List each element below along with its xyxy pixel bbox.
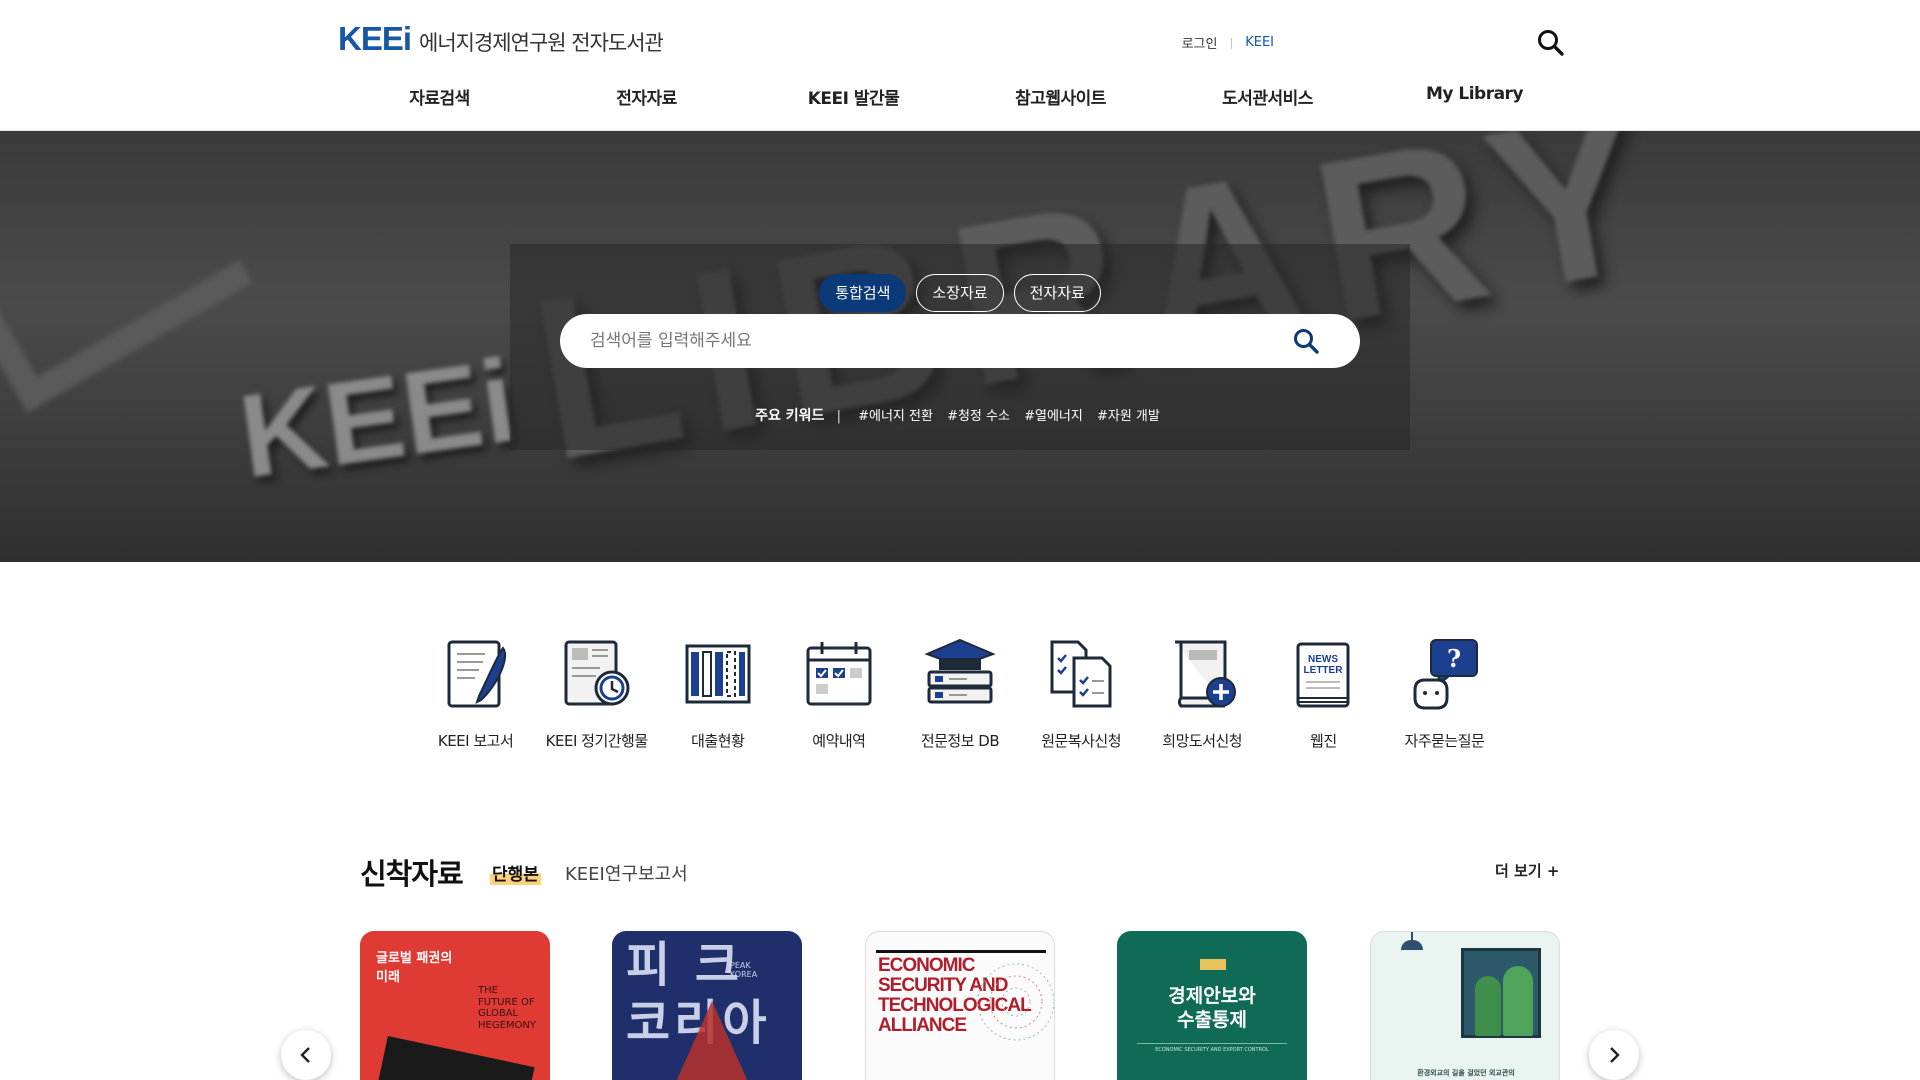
carousel-prev-button[interactable]	[281, 1030, 331, 1080]
book-cover-art	[672, 1001, 752, 1080]
quick-label: 예약내역	[812, 732, 866, 750]
keyword-link[interactable]: #청정 수소	[947, 409, 1010, 424]
chevron-left-icon	[300, 1047, 310, 1063]
more-button[interactable]: 더 보기 +	[1495, 860, 1559, 881]
periodical-clock-icon	[564, 640, 630, 706]
quick-item-copy-request[interactable]: 원문복사신청	[1021, 636, 1142, 751]
quick-label: 웹진	[1310, 732, 1337, 750]
search-tabs: 통합검색 소장자료 전자자료	[510, 274, 1410, 312]
book-cover[interactable]: 글로벌 패권의 미래 THE FUTURE OF GLOBAL HEGEMONY	[360, 931, 550, 1080]
site-header: KEEi 에너지경제연구원 전자도서관 로그인 | KEEI 자료검색 전자자료…	[0, 0, 1920, 131]
quick-label: 원문복사신청	[1041, 732, 1121, 750]
quick-item-webzine[interactable]: NEWS LETTER 웹진	[1263, 636, 1384, 751]
new-arrivals-title: 신착자료	[360, 857, 464, 891]
quick-item-book-request[interactable]: 희망도서신청	[1142, 636, 1263, 751]
quick-label: 자주묻는질문	[1404, 732, 1485, 750]
bookshelf-icon	[685, 644, 751, 704]
keyword-link[interactable]: #자원 개발	[1097, 409, 1160, 424]
quick-item-loan-status[interactable]: 대출현황	[657, 636, 778, 751]
report-pen-icon	[447, 640, 506, 708]
quick-menu: KEEI 보고서 KEEI 정기간행물 대출현황 예약내역 전문정보 DB 원문…	[415, 636, 1505, 751]
popular-keywords: 주요 키워드 | #에너지 전환 #청정 수소 #열에너지 #자원 개발	[510, 405, 1410, 425]
search-box	[560, 314, 1360, 368]
calendar-icon	[806, 642, 872, 706]
faq-icon: ?	[1413, 639, 1479, 710]
quick-label: 전문정보 DB	[920, 732, 1000, 750]
book-carousel: 글로벌 패권의 미래 THE FUTURE OF GLOBAL HEGEMONY…	[360, 931, 1560, 1080]
tab-e-resources[interactable]: 전자자료	[1013, 274, 1101, 312]
nav-item-keei-publications[interactable]: KEEI 발간물	[750, 84, 957, 116]
quick-item-reservations[interactable]: 예약내역	[778, 636, 899, 751]
utility-menu: 로그인 | KEEI	[1182, 33, 1274, 52]
quick-item-keei-report[interactable]: KEEI 보고서	[415, 636, 536, 751]
nav-item-library-services[interactable]: 도서관서비스	[1164, 84, 1371, 116]
search-input[interactable]	[590, 314, 1270, 368]
book-cover-art	[375, 1036, 535, 1080]
search-panel: 통합검색 소장자료 전자자료 주요 키워드 | #에너지 전환 #청정 수소 #…	[510, 244, 1410, 450]
graduation-db-icon	[924, 638, 996, 704]
quick-item-expert-db[interactable]: 전문정보 DB	[899, 636, 1020, 751]
quick-item-periodicals[interactable]: KEEI 정기간행물	[536, 636, 657, 751]
search-submit-icon[interactable]	[1292, 327, 1320, 355]
quick-item-faq[interactable]: ? 자주묻는질문	[1384, 636, 1505, 751]
nav-item-search[interactable]: 자료검색	[336, 84, 543, 116]
svg-text:LETTER: LETTER	[1304, 665, 1344, 676]
quick-label: 대출현황	[691, 732, 745, 750]
book-cover[interactable]: 피 크 코리아 PEAK KOREA	[612, 931, 802, 1080]
nav-item-e-resources[interactable]: 전자자료	[543, 84, 750, 116]
book-subtitle: THE FUTURE OF GLOBAL HEGEMONY	[478, 985, 536, 1031]
login-link[interactable]: 로그인	[1182, 33, 1218, 52]
tab-integrated-search[interactable]: 통합검색	[819, 274, 907, 312]
keei-link[interactable]: KEEI	[1245, 35, 1274, 50]
svg-text:?: ?	[1447, 644, 1461, 673]
carousel-next-button[interactable]	[1589, 1030, 1639, 1080]
book-subtitle: PEAK KOREA	[730, 961, 758, 979]
book-title: 경제안보와 수출통제	[1168, 985, 1256, 1031]
util-separator: |	[1229, 36, 1234, 49]
hero-decoration	[0, 131, 253, 413]
keywords-title: 주요 키워드	[755, 408, 825, 424]
book-title: 글로벌 패권의 미래	[376, 951, 453, 985]
book-cover-rule	[1137, 1043, 1287, 1044]
book-cover[interactable]: 경제안보와 수출통제 ECONOMIC SECURITY AND EXPORT …	[1117, 931, 1307, 1080]
newsletter-icon: NEWS LETTER	[1296, 642, 1350, 708]
book-cover-art	[977, 963, 1054, 1041]
document-copy-icon	[1050, 640, 1112, 708]
book-cover-tree	[1475, 976, 1501, 1036]
main-navigation: 자료검색 전자자료 KEEI 발간물 참고웹사이트 도서관서비스 My Libr…	[336, 84, 1586, 116]
quick-label: KEEI 보고서	[437, 732, 514, 750]
logo-mark: KEEi	[338, 20, 412, 57]
book-subtitle: ECONOMIC SECURITY AND EXPORT CONTROL	[1155, 1047, 1269, 1053]
svg-text:NEWS: NEWS	[1308, 654, 1338, 665]
book-cover-tree	[1503, 966, 1533, 1036]
hero-banner: LIBRARY KEEi 통합검색 소장자료 전자자료 주요 키워드 | #에너…	[0, 131, 1920, 562]
chevron-right-icon	[1610, 1047, 1620, 1063]
keywords-separator: |	[836, 409, 841, 424]
book-cover-badge	[1200, 959, 1226, 970]
book-add-icon	[1175, 640, 1237, 708]
keyword-link[interactable]: #에너지 전환	[858, 409, 933, 424]
logo-text: 에너지경제연구원 전자도서관	[419, 31, 664, 55]
search-icon[interactable]	[1536, 28, 1566, 58]
book-cover[interactable]: 환경외교의 길을 걸었던 외교관의	[1370, 931, 1560, 1080]
nav-item-reference-sites[interactable]: 참고웹사이트	[957, 84, 1164, 116]
hero-bg-keei-text: KEEi	[232, 334, 524, 504]
quick-label: 희망도서신청	[1162, 732, 1243, 750]
tab-monographs[interactable]: 단행본	[490, 860, 541, 885]
book-cover-lamp	[1401, 940, 1423, 950]
nav-item-my-library[interactable]: My Library	[1371, 84, 1578, 116]
book-cover[interactable]: ECONOMIC SECURITY AND TECHNOLOGICAL ALLI…	[865, 931, 1055, 1080]
tab-holdings[interactable]: 소장자료	[916, 274, 1004, 312]
tab-keei-reports[interactable]: KEEI연구보고서	[565, 860, 688, 886]
site-logo[interactable]: KEEi 에너지경제연구원 전자도서관	[338, 20, 664, 58]
quick-label: KEEI 정기간행물	[545, 732, 648, 750]
keyword-link[interactable]: #열에너지	[1024, 409, 1083, 424]
book-subtitle: 환경외교의 길을 걸었던 외교관의	[1417, 1069, 1515, 1077]
